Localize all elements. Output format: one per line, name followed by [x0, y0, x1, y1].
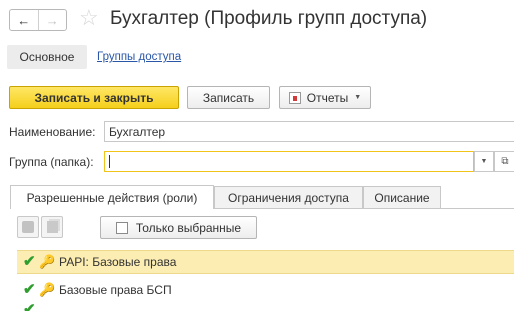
settings-button[interactable]	[17, 216, 39, 238]
name-value: Бухгалтер	[109, 124, 166, 139]
checkmark-icon[interactable]: ✔	[23, 282, 39, 298]
name-label: Наименование:	[9, 125, 96, 139]
tab-access-restrictions[interactable]: Ограничения доступа	[214, 186, 363, 209]
checkmark-icon[interactable]: ✔	[23, 302, 39, 311]
text-cursor	[109, 155, 110, 168]
copy-button[interactable]	[41, 216, 63, 238]
tab-description[interactable]: Описание	[363, 186, 441, 209]
reports-button[interactable]: Отчеты ▼	[279, 86, 371, 109]
name-field[interactable]: Бухгалтер	[104, 121, 514, 142]
report-icon	[288, 91, 301, 104]
only-selected-checkbox[interactable]	[115, 221, 128, 234]
reports-label: Отчеты	[306, 90, 349, 105]
tab-divider	[214, 208, 514, 209]
only-selected-label: Только выбранные	[135, 220, 242, 235]
chevron-down-icon: ▼	[480, 158, 488, 165]
gear-icon	[22, 221, 34, 233]
role-name: РАРІ: Базовые права	[59, 255, 177, 269]
save-button[interactable]: Записать	[187, 86, 270, 109]
key-icon: 🔑	[39, 282, 56, 297]
group-label: Группа (папка):	[9, 155, 94, 169]
favorite-star-icon[interactable]: ☆	[79, 5, 99, 31]
list-item[interactable]: ✔ 🔑 Базовые права БСП	[17, 278, 514, 302]
chevron-down-icon: ▼	[354, 94, 362, 101]
save-and-close-button[interactable]: Записать и закрыть	[9, 86, 179, 109]
list-item[interactable]: ✔ 🔑 РАРІ: Базовые права	[17, 250, 514, 274]
group-field[interactable]	[104, 151, 474, 172]
pages-icon	[46, 221, 58, 233]
group-open-button[interactable]: ⧉	[494, 151, 514, 172]
key-icon: 🔑	[39, 254, 56, 269]
role-name: Базовые права БСП	[59, 283, 172, 297]
tab-main[interactable]: Основное	[7, 45, 87, 69]
forward-arrow-icon[interactable]: →	[39, 10, 67, 30]
back-arrow-icon[interactable]: ←	[10, 10, 39, 30]
checkmark-icon[interactable]: ✔	[23, 254, 39, 270]
list-item[interactable]: ✔	[17, 302, 514, 311]
open-link-icon: ⧉	[501, 156, 509, 167]
only-selected-toggle[interactable]: Только выбранные	[100, 216, 257, 239]
tab-allowed-actions[interactable]: Разрешенные действия (роли)	[10, 185, 214, 209]
tab-access-groups-link[interactable]: Группы доступа	[97, 51, 181, 63]
window-title: Бухгалтер (Профиль групп доступа)	[110, 8, 428, 29]
group-dropdown-button[interactable]: ▼	[474, 151, 494, 172]
history-nav: ← →	[9, 9, 67, 31]
